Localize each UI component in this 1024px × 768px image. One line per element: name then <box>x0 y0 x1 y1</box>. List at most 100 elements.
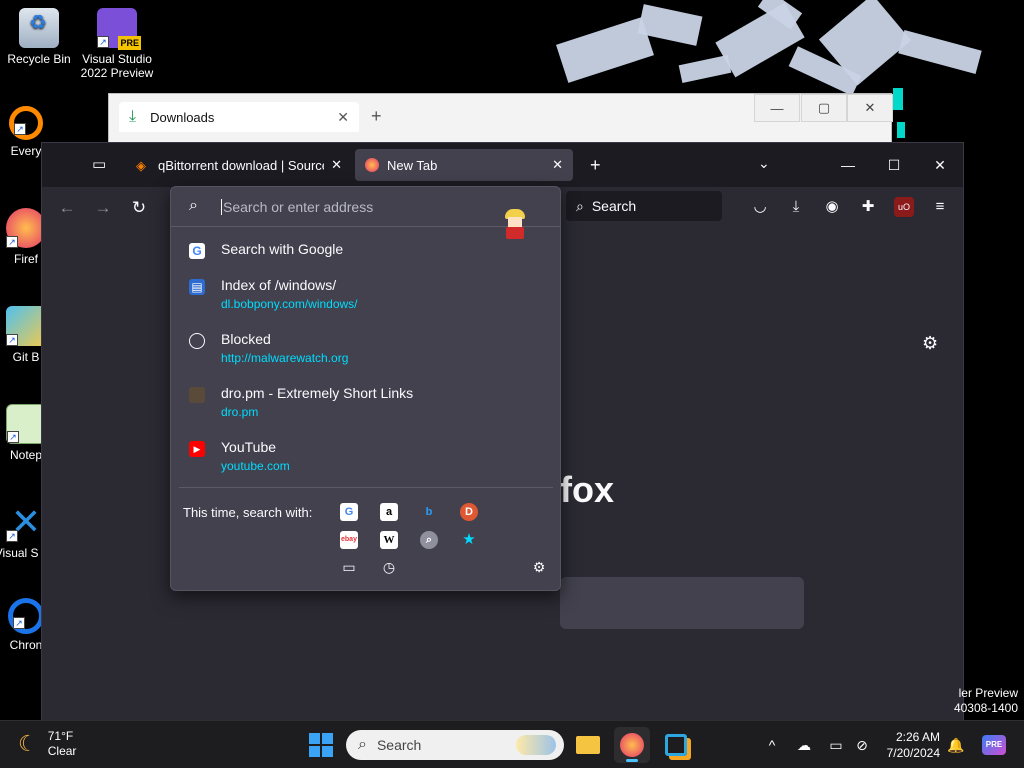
mascot-sprite-icon <box>501 209 529 239</box>
result-title: Blocked <box>221 331 271 347</box>
tab-qbittorrent[interactable]: ◈ qBittorrent download | SourceF ✕ <box>126 149 352 181</box>
tab-title: New Tab <box>387 157 438 173</box>
taskbar-search-label: Search <box>376 737 422 753</box>
magnifier-icon: ↗ <box>9 106 43 140</box>
tab-bar: ▭ ◈ qBittorrent download | SourceF ✕ New… <box>42 143 963 187</box>
search-engine-icon[interactable]: ⌕ <box>420 531 438 549</box>
vscode-icon: ✕ ↗ <box>6 502 46 542</box>
onedrive-cloud-icon[interactable]: ☁ <box>794 735 814 755</box>
search-highlight-icon <box>516 735 556 755</box>
maximize-button[interactable]: ☐ <box>882 153 906 177</box>
sourceforge-icon: ◈ <box>136 158 146 173</box>
result-url: dro.pm <box>221 405 259 419</box>
tab-close-icon[interactable]: ✕ <box>552 157 563 173</box>
weather-widget[interactable]: ☾ 71°F Clear <box>18 729 76 759</box>
result-title: Search with Google <box>221 241 344 257</box>
file-explorer-icon[interactable] <box>570 727 606 763</box>
clock-time: 2:26 AM <box>895 730 940 744</box>
firefox-taskbar-icon[interactable] <box>614 727 650 763</box>
bing-engine-icon[interactable]: b <box>420 503 438 521</box>
desktop-icon-label: Visual Studio 2022 Preview <box>80 52 154 80</box>
copilot-pre-icon[interactable]: PRE <box>982 735 1006 755</box>
back-button[interactable]: ← <box>56 197 78 219</box>
chevron-up-icon[interactable]: ^ <box>762 735 782 755</box>
amazon-engine-icon[interactable]: a <box>380 503 398 521</box>
search-icon: ⌕ <box>576 197 584 214</box>
display-icon[interactable]: ▭ <box>826 735 846 755</box>
downloads-minimize-button[interactable]: — <box>754 94 800 122</box>
tab-close-icon[interactable]: ✕ <box>331 157 342 173</box>
downloads-window[interactable]: ⤓ Downloads ✕ + — ▢ ✕ <box>108 93 893 149</box>
result-dro-pm[interactable]: dro.pm - Extremely Short Links dro.pm <box>181 385 551 429</box>
downloads-icon[interactable]: ⤓ <box>786 197 806 217</box>
desktop-icon-recycle-bin[interactable]: ♻ Recycle Bin <box>1 8 77 66</box>
duckduckgo-engine-icon[interactable]: D <box>460 503 478 521</box>
account-icon[interactable]: ◉ <box>822 197 842 217</box>
google-engine-icon[interactable]: G <box>340 503 358 521</box>
extensions-icon[interactable]: ✚ <box>858 197 878 217</box>
page-search-box[interactable] <box>560 577 804 629</box>
moon-icon: ☾ <box>18 731 38 756</box>
result-youtube[interactable]: ▶ YouTube youtube.com <box>181 439 551 483</box>
search-icon: ⌕ <box>189 197 198 214</box>
downloads-new-tab-button[interactable]: + <box>371 106 382 127</box>
firefox-wordmark: fox <box>560 469 614 510</box>
toolbar-search-label: Search <box>591 198 637 214</box>
tab-new-tab[interactable]: New Tab ✕ <box>355 149 573 181</box>
weather-temp: 71°F <box>47 729 74 743</box>
downloads-close-button[interactable]: ✕ <box>847 94 893 122</box>
watermark-line-1: ler Preview <box>958 686 1018 700</box>
firefox-icon: ↗ <box>6 208 46 248</box>
watermark-line-2: 40308-1400 <box>953 701 1018 715</box>
urlbar-dropdown: ⌕ Search or enter address G Search with … <box>170 186 561 591</box>
close-icon[interactable]: ✕ <box>337 109 349 126</box>
recycle-bin-icon: ♻ <box>19 8 59 48</box>
close-button[interactable]: ✕ <box>928 153 952 177</box>
bookmarks-star-icon[interactable]: ★ <box>460 531 478 549</box>
toolbar-search-box[interactable]: ⌕ Search <box>566 191 722 221</box>
ebay-engine-icon[interactable]: ebay <box>340 531 358 549</box>
tabs-search-icon[interactable]: ▭ <box>340 558 358 576</box>
firefox-view-icon[interactable]: ▭ <box>92 155 114 175</box>
result-title: dro.pm - Extremely Short Links <box>221 385 414 401</box>
page-icon: ▤ <box>189 279 205 295</box>
list-all-tabs-icon[interactable]: ⌄ <box>758 155 770 172</box>
notepad-plus-icon: ↗ <box>6 404 46 444</box>
downloads-maximize-button[interactable]: ▢ <box>801 94 847 122</box>
result-url: dl.bobpony.com/windows/ <box>221 297 358 311</box>
network-icon[interactable]: ⊘ <box>852 735 872 755</box>
wikipedia-engine-icon[interactable]: W <box>380 531 398 549</box>
weather-desc: Clear <box>47 744 77 758</box>
ublock-origin-icon[interactable]: uO <box>894 197 914 217</box>
notification-bell-icon[interactable]: 🔔 <box>946 735 966 755</box>
download-arrow-icon: ⤓ <box>129 108 137 125</box>
history-clock-icon[interactable]: ◷ <box>380 558 398 576</box>
firefox-icon <box>365 158 379 172</box>
start-button[interactable] <box>309 733 333 757</box>
settings-gear-icon[interactable]: ⚙ <box>922 333 938 354</box>
virtualbox-icon[interactable] <box>658 727 694 763</box>
clock-date: 7/20/2024 <box>886 746 940 760</box>
result-index-of-windows[interactable]: ▤ Index of /windows/ dl.bobpony.com/wind… <box>181 277 551 321</box>
youtube-icon: ▶ <box>189 441 205 457</box>
downloads-tab[interactable]: ⤓ Downloads ✕ <box>119 102 359 132</box>
system-clock[interactable]: 2:26 AM 7/20/2024 <box>880 729 940 761</box>
new-tab-button[interactable]: + <box>590 155 601 176</box>
search-settings-gear-icon[interactable]: ⚙ <box>530 558 548 576</box>
oneoff-search-label: This time, search with: <box>183 505 313 520</box>
pocket-icon[interactable]: ◡ <box>750 197 770 217</box>
desktop-icon-visual-studio[interactable]: PRE ↗ Visual Studio 2022 Preview <box>79 8 155 80</box>
taskbar-search[interactable]: ⌕ Search <box>346 730 564 760</box>
reload-button[interactable]: ↻ <box>128 197 150 219</box>
forward-button[interactable]: → <box>92 197 114 219</box>
git-bash-icon: ↗ <box>6 306 46 346</box>
taskbar: ☾ 71°F Clear ⌕ Search ^ ☁ ▭ ⊘ 2:26 AM 7/… <box>0 720 1024 768</box>
url-input[interactable]: Search or enter address <box>221 199 481 215</box>
search-icon: ⌕ <box>358 736 367 753</box>
minimize-button[interactable]: — <box>836 153 860 177</box>
result-blocked[interactable]: Blocked http://malwarewatch.org <box>181 331 551 375</box>
google-icon: G <box>189 243 205 259</box>
chrome-icon: ↗ <box>8 598 44 634</box>
hamburger-menu-icon[interactable]: ≡ <box>930 197 950 217</box>
visual-studio-icon: PRE ↗ <box>97 8 141 50</box>
